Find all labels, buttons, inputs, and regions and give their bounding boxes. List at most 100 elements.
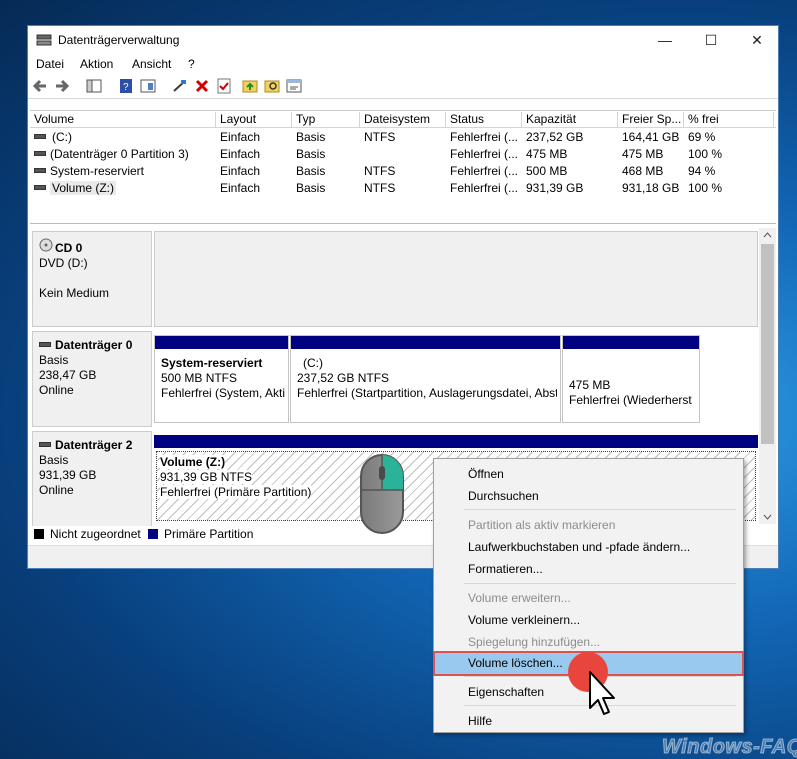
partition-size: 237,52 GB NTFS bbox=[297, 371, 390, 385]
volume-list-header: Volume Layout Typ Dateisystem Status Kap… bbox=[30, 111, 776, 128]
menu-separator bbox=[464, 583, 736, 584]
partition-size: 931,39 GB NTFS bbox=[160, 470, 253, 484]
cd0-label[interactable]: CD 0 DVD (D:) Kein Medium bbox=[32, 231, 152, 327]
disk0-name: Datenträger 0 bbox=[55, 338, 133, 352]
menu-item-laufwerkbuchstaben-aendern[interactable]: Laufwerkbuchstaben und -pfade ändern... bbox=[468, 540, 690, 554]
menu-item-formatieren[interactable]: Formatieren... bbox=[468, 562, 543, 576]
disk0-label[interactable]: Datenträger 0 Basis 238,47 GB Online bbox=[32, 331, 152, 427]
drive-icon bbox=[34, 168, 46, 173]
partition-name: Volume (Z:) bbox=[160, 455, 226, 469]
menu-item-volume-verkleinern[interactable]: Volume verkleinern... bbox=[468, 613, 580, 627]
checklist-icon[interactable] bbox=[216, 78, 232, 94]
menu-item-hilfe[interactable]: Hilfe bbox=[468, 714, 492, 728]
column-dateisystem[interactable]: Dateisystem bbox=[360, 112, 446, 127]
help-icon[interactable]: ? bbox=[118, 78, 134, 94]
column-volume[interactable]: Volume bbox=[30, 112, 216, 127]
menu-item-oeffnen[interactable]: Öffnen bbox=[468, 467, 504, 481]
maximize-button[interactable]: ☐ bbox=[688, 26, 734, 54]
menu-bar: Datei Aktion Ansicht ? bbox=[28, 54, 778, 74]
drive-icon bbox=[34, 185, 46, 190]
upload-folder-icon[interactable] bbox=[242, 78, 258, 94]
table-row[interactable]: Volume (Z:) Einfach Basis NTFS Fehlerfre… bbox=[30, 179, 776, 196]
menu-item-spiegelung-hinzufuegen[interactable]: Spiegelung hinzufügen... bbox=[468, 635, 600, 649]
search-folder-icon[interactable] bbox=[264, 78, 280, 94]
vertical-scrollbar[interactable] bbox=[759, 228, 776, 524]
column-prozent-frei[interactable]: % frei bbox=[684, 112, 774, 127]
connect-drive-icon[interactable] bbox=[172, 78, 188, 94]
legend-unallocated-label: Nicht zugeordnet bbox=[50, 527, 141, 541]
primary-partition-bar bbox=[154, 435, 758, 448]
partition-status: Fehlerfrei (Primäre Partition) bbox=[160, 485, 312, 499]
cell-dateisystem: NTFS bbox=[364, 181, 396, 195]
title-bar[interactable]: Datenträgerverwaltung — ☐ ✕ bbox=[28, 26, 778, 54]
disk2-label[interactable]: Datenträger 2 Basis 931,39 GB Online bbox=[32, 431, 152, 527]
delete-icon[interactable] bbox=[194, 78, 210, 94]
menu-aktion[interactable]: Aktion bbox=[80, 57, 113, 71]
cd0-area[interactable] bbox=[154, 231, 758, 327]
column-freier-speicher[interactable]: Freier Sp... bbox=[618, 112, 684, 127]
mouse-right-click-icon bbox=[360, 454, 404, 534]
menu-item-volume-erweitern[interactable]: Volume erweitern... bbox=[468, 591, 571, 605]
disk0-type: Basis bbox=[39, 353, 69, 367]
cd0-name: CD 0 bbox=[55, 241, 83, 255]
partition-size: 475 MB bbox=[569, 378, 611, 392]
table-row[interactable]: System-reserviert Einfach Basis NTFS Feh… bbox=[30, 162, 776, 179]
cell-typ: Basis bbox=[296, 147, 326, 161]
close-button[interactable]: ✕ bbox=[734, 26, 780, 54]
column-kapazitaet[interactable]: Kapazität bbox=[522, 112, 618, 127]
cell-freier-speicher: 468 MB bbox=[622, 164, 664, 178]
disk2-state: Online bbox=[39, 483, 74, 497]
cell-prozent-frei: 94 % bbox=[688, 164, 716, 178]
cell-volume: (C:) bbox=[52, 130, 72, 144]
disk0-size: 238,47 GB bbox=[39, 368, 97, 382]
cell-status: Fehlerfrei (... bbox=[450, 164, 519, 178]
cell-status: Fehlerfrei (... bbox=[450, 181, 519, 195]
disk-icon bbox=[39, 342, 51, 347]
column-layout[interactable]: Layout bbox=[216, 112, 292, 127]
minimize-button[interactable]: — bbox=[642, 26, 688, 54]
menu-item-volume-loeschen-label: Volume löschen... bbox=[468, 656, 563, 670]
disk0-state: Online bbox=[39, 383, 74, 397]
disk2-name: Datenträger 2 bbox=[55, 438, 133, 452]
cd-icon bbox=[39, 238, 53, 252]
console-tree-icon[interactable] bbox=[86, 78, 102, 94]
properties-icon[interactable] bbox=[140, 78, 156, 94]
settings-window-icon[interactable] bbox=[286, 78, 302, 94]
table-row[interactable]: (Datenträger 0 Partition 3) Einfach Basi… bbox=[30, 145, 776, 162]
cell-layout: Einfach bbox=[220, 164, 261, 178]
menu-item-eigenschaften[interactable]: Eigenschaften bbox=[468, 685, 544, 699]
partition-c[interactable]: (C:) 237,52 GB NTFS Fehlerfrei (Startpar… bbox=[290, 335, 561, 423]
cell-prozent-frei: 69 % bbox=[688, 130, 716, 144]
watermark: Windows-FAQ bbox=[662, 736, 797, 759]
partition-size: 500 MB NTFS bbox=[161, 371, 238, 385]
partition-status: Fehlerfrei (Wiederherst bbox=[569, 393, 692, 407]
cell-typ: Basis bbox=[296, 130, 326, 144]
disk2-size: 931,39 GB bbox=[39, 468, 97, 482]
back-arrow-icon[interactable] bbox=[32, 78, 48, 94]
scroll-down-icon[interactable] bbox=[763, 514, 772, 520]
cell-freier-speicher: 164,41 GB bbox=[622, 130, 680, 144]
scrollbar-thumb[interactable] bbox=[761, 244, 774, 444]
partition-system-reserviert[interactable]: System-reserviert 500 MB NTFS Fehlerfrei… bbox=[154, 335, 289, 423]
forward-arrow-icon[interactable] bbox=[54, 78, 70, 94]
column-typ[interactable]: Typ bbox=[292, 112, 360, 127]
menu-help[interactable]: ? bbox=[188, 57, 195, 71]
menu-ansicht[interactable]: Ansicht bbox=[132, 57, 171, 71]
cell-volume: (Datenträger 0 Partition 3) bbox=[50, 147, 189, 161]
scroll-up-icon[interactable] bbox=[763, 232, 772, 238]
cell-prozent-frei: 100 % bbox=[688, 181, 723, 195]
column-status[interactable]: Status bbox=[446, 112, 522, 127]
window-title: Datenträgerverwaltung bbox=[58, 33, 180, 47]
drive-icon bbox=[34, 151, 46, 156]
menu-datei[interactable]: Datei bbox=[36, 57, 64, 71]
partition-recovery[interactable]: 475 MB Fehlerfrei (Wiederherst bbox=[562, 335, 700, 423]
toolbar: ? bbox=[28, 74, 778, 99]
menu-item-durchsuchen[interactable]: Durchsuchen bbox=[468, 489, 539, 503]
menu-item-als-aktiv-markieren[interactable]: Partition als aktiv markieren bbox=[468, 518, 615, 532]
partition-status: Fehlerfrei (System, Akti bbox=[161, 386, 286, 400]
svg-text:?: ? bbox=[123, 82, 129, 93]
cell-layout: Einfach bbox=[220, 181, 261, 195]
legend-primary-label: Primäre Partition bbox=[164, 527, 254, 541]
table-row[interactable]: (C:) Einfach Basis NTFS Fehlerfrei (... … bbox=[30, 128, 776, 145]
cell-kapazitaet: 931,39 GB bbox=[526, 181, 584, 195]
